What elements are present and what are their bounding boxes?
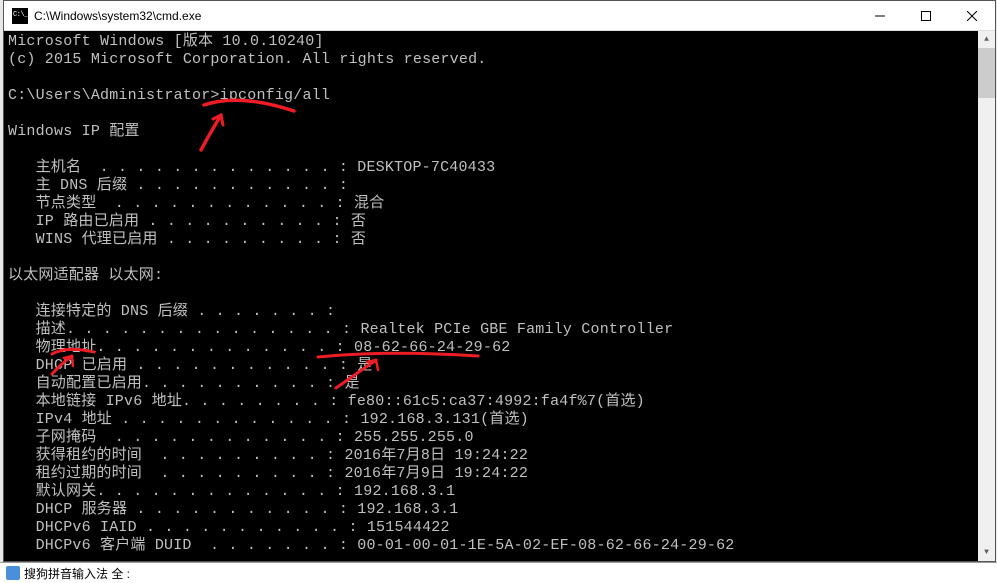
value-wins: 否: [351, 231, 366, 248]
ime-bar[interactable]: 搜狗拼音输入法 全 :: [0, 562, 997, 583]
label: 主 DNS 后缀 . . . . . . . . . . . :: [8, 177, 348, 194]
label: 自动配置已启用. . . . . . . . . . :: [8, 375, 344, 392]
label: DHCP 服务器 . . . . . . . . . . . :: [8, 501, 357, 518]
line: (c) 2015 Microsoft Corporation. All righ…: [8, 51, 486, 68]
label: 获得租约的时间 . . . . . . . . . :: [8, 447, 344, 464]
value-ipv6: fe80::61c5:ca37:4992:fa4f%7(首选): [348, 393, 645, 410]
label: 描述. . . . . . . . . . . . . . . :: [8, 321, 360, 338]
terminal-output[interactable]: Microsoft Windows [版本 10.0.10240] (c) 20…: [4, 31, 995, 561]
value-iproute: 否: [351, 213, 366, 230]
label: DHCP 已启用 . . . . . . . . . . . :: [8, 357, 357, 374]
vertical-scrollbar[interactable]: ▲ ▼: [978, 31, 995, 561]
ime-text: 搜狗拼音输入法 全 :: [24, 565, 130, 582]
value-subnet: 255.255.255.0: [354, 429, 474, 446]
value-lease-obtained: 2016年7月8日 19:24:22: [344, 447, 528, 464]
window-title: C:\Windows\system32\cmd.exe: [34, 9, 857, 23]
label: 节点类型 . . . . . . . . . . . . :: [8, 195, 354, 212]
label: 连接特定的 DNS 后缀 . . . . . . . :: [8, 303, 335, 320]
maximize-button[interactable]: [903, 1, 949, 30]
value-nodetype: 混合: [354, 195, 384, 212]
value-description: Realtek PCIe GBE Family Controller: [360, 321, 673, 338]
scroll-down-arrow-icon[interactable]: ▼: [978, 544, 995, 561]
section-header: 以太网适配器 以太网:: [8, 267, 163, 284]
close-button[interactable]: [949, 1, 995, 30]
ime-icon: [6, 566, 20, 580]
cmd-icon: [12, 8, 28, 24]
label: IPv4 地址 . . . . . . . . . . . . :: [8, 411, 360, 428]
value-dhcp: 是: [357, 357, 372, 374]
label: 物理地址. . . . . . . . . . . . . :: [8, 339, 354, 356]
line: Microsoft Windows [版本 10.0.10240]: [8, 33, 324, 50]
value-lease-expires: 2016年7月9日 19:24:22: [344, 465, 528, 482]
value-mac-address: 08-62-66-24-29-62: [354, 339, 510, 356]
minimize-button[interactable]: [857, 1, 903, 30]
value-ipv4: 192.168.3.131(首选): [360, 411, 528, 428]
label: IP 路由已启用 . . . . . . . . . . :: [8, 213, 351, 230]
scroll-up-arrow-icon[interactable]: ▲: [978, 31, 995, 48]
value-autoconfig: 是: [344, 375, 359, 392]
label: DHCPv6 客户端 DUID . . . . . . . :: [8, 537, 357, 554]
label: 子网掩码 . . . . . . . . . . . . :: [8, 429, 354, 446]
section-header: Windows IP 配置: [8, 123, 140, 140]
label: 租约过期的时间 . . . . . . . . . :: [8, 465, 344, 482]
label: 主机名 . . . . . . . . . . . . . :: [8, 159, 357, 176]
label: WINS 代理已启用 . . . . . . . . . :: [8, 231, 351, 248]
label: 默认网关. . . . . . . . . . . . . :: [8, 483, 354, 500]
label: 本地链接 IPv6 地址. . . . . . . . :: [8, 393, 348, 410]
cmd-window: C:\Windows\system32\cmd.exe Microsoft Wi…: [3, 0, 996, 562]
value-iaid: 151544422: [367, 519, 450, 536]
window-controls: [857, 1, 995, 30]
command-text: ipconfig/all: [220, 87, 330, 104]
value-duid: 00-01-00-01-1E-5A-02-EF-08-62-66-24-29-6…: [357, 537, 734, 554]
value-gateway: 192.168.3.1: [354, 483, 455, 500]
label: DHCPv6 IAID . . . . . . . . . . . :: [8, 519, 367, 536]
value-hostname: DESKTOP-7C40433: [357, 159, 495, 176]
scroll-thumb[interactable]: [978, 48, 995, 98]
prompt: C:\Users\Administrator>: [8, 87, 220, 104]
titlebar[interactable]: C:\Windows\system32\cmd.exe: [4, 1, 995, 31]
value-dhcp-server: 192.168.3.1: [357, 501, 458, 518]
